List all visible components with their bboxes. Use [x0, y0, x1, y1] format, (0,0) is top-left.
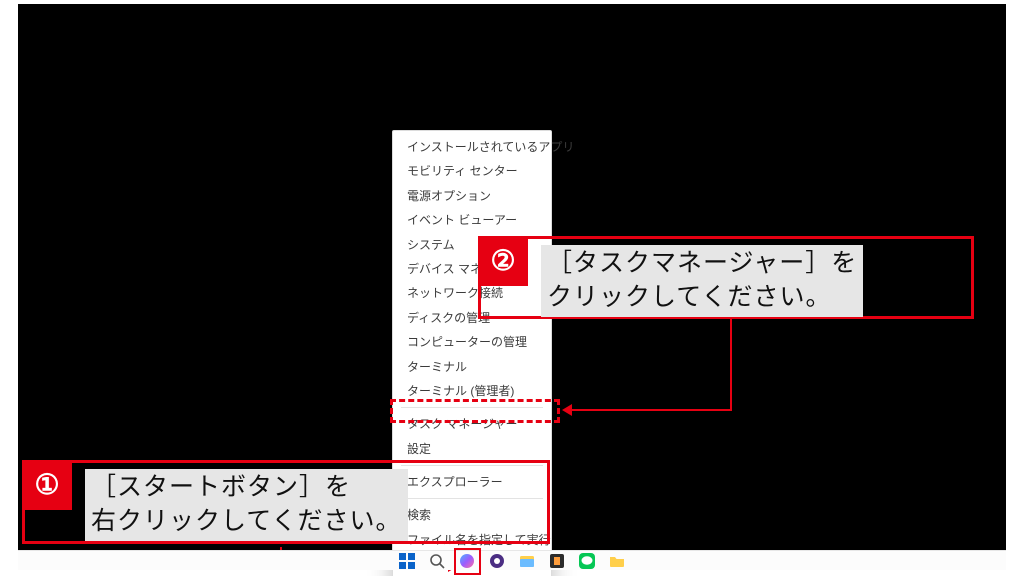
taskbar-line-button[interactable]	[578, 552, 596, 570]
callout-1-text: ［スタートボタン］を右クリックしてください。	[85, 469, 408, 541]
windows-logo-icon	[399, 553, 415, 569]
taskbar-app-1[interactable]	[488, 552, 506, 570]
folder-icon	[609, 553, 625, 569]
callout-2-number-badge: ②	[478, 236, 528, 286]
callout-1-number-badge: ①	[22, 460, 72, 510]
arrow-2-segment-v	[730, 319, 732, 411]
winx-menu-item[interactable]: 電源オプション	[393, 184, 551, 208]
menu-separator	[401, 407, 543, 408]
winx-menu-item[interactable]: コンピューターの管理	[393, 330, 551, 354]
taskbar-explorer-button[interactable]	[518, 552, 536, 570]
taskbar	[18, 550, 1006, 570]
start-button[interactable]	[398, 552, 416, 570]
screenshot-stage: インストールされているアプリモビリティ センター電源オプションイベント ビューア…	[0, 0, 1024, 576]
winx-menu-item[interactable]: ターミナル (管理者)	[393, 379, 551, 403]
callout-2-text: ［タスクマネージャー］をクリックしてください。	[541, 245, 863, 317]
winx-menu-item[interactable]: タスク マネージャー	[393, 412, 551, 436]
copilot-icon	[459, 553, 475, 569]
callout-2: ② ［タスクマネージャー］をクリックしてください。	[478, 236, 974, 319]
winx-menu-item[interactable]: イベント ビューアー	[393, 208, 551, 232]
taskbar-copilot-button[interactable]	[458, 552, 476, 570]
app-icon	[489, 553, 505, 569]
winx-menu-item[interactable]: モビリティ センター	[393, 159, 551, 183]
arrow-2-segment-h	[572, 409, 732, 411]
callout-2-number: ②	[490, 247, 515, 275]
app-icon	[549, 553, 565, 569]
winx-menu-item[interactable]: 設定	[393, 437, 551, 461]
explorer-icon	[519, 553, 535, 569]
winx-menu-item[interactable]: インストールされているアプリ	[393, 135, 551, 159]
callout-1: ① ［スタートボタン］を右クリックしてください。	[22, 460, 550, 544]
line-icon	[579, 553, 595, 569]
callout-1-number: ①	[34, 471, 59, 499]
taskbar-search-button[interactable]	[428, 552, 446, 570]
arrow-2-head-icon	[562, 404, 572, 416]
search-icon	[429, 553, 445, 569]
taskbar-app-2[interactable]	[548, 552, 566, 570]
winx-menu-item[interactable]: ターミナル	[393, 355, 551, 379]
taskbar-folder-button[interactable]	[608, 552, 626, 570]
taskbar-icons	[398, 552, 626, 570]
